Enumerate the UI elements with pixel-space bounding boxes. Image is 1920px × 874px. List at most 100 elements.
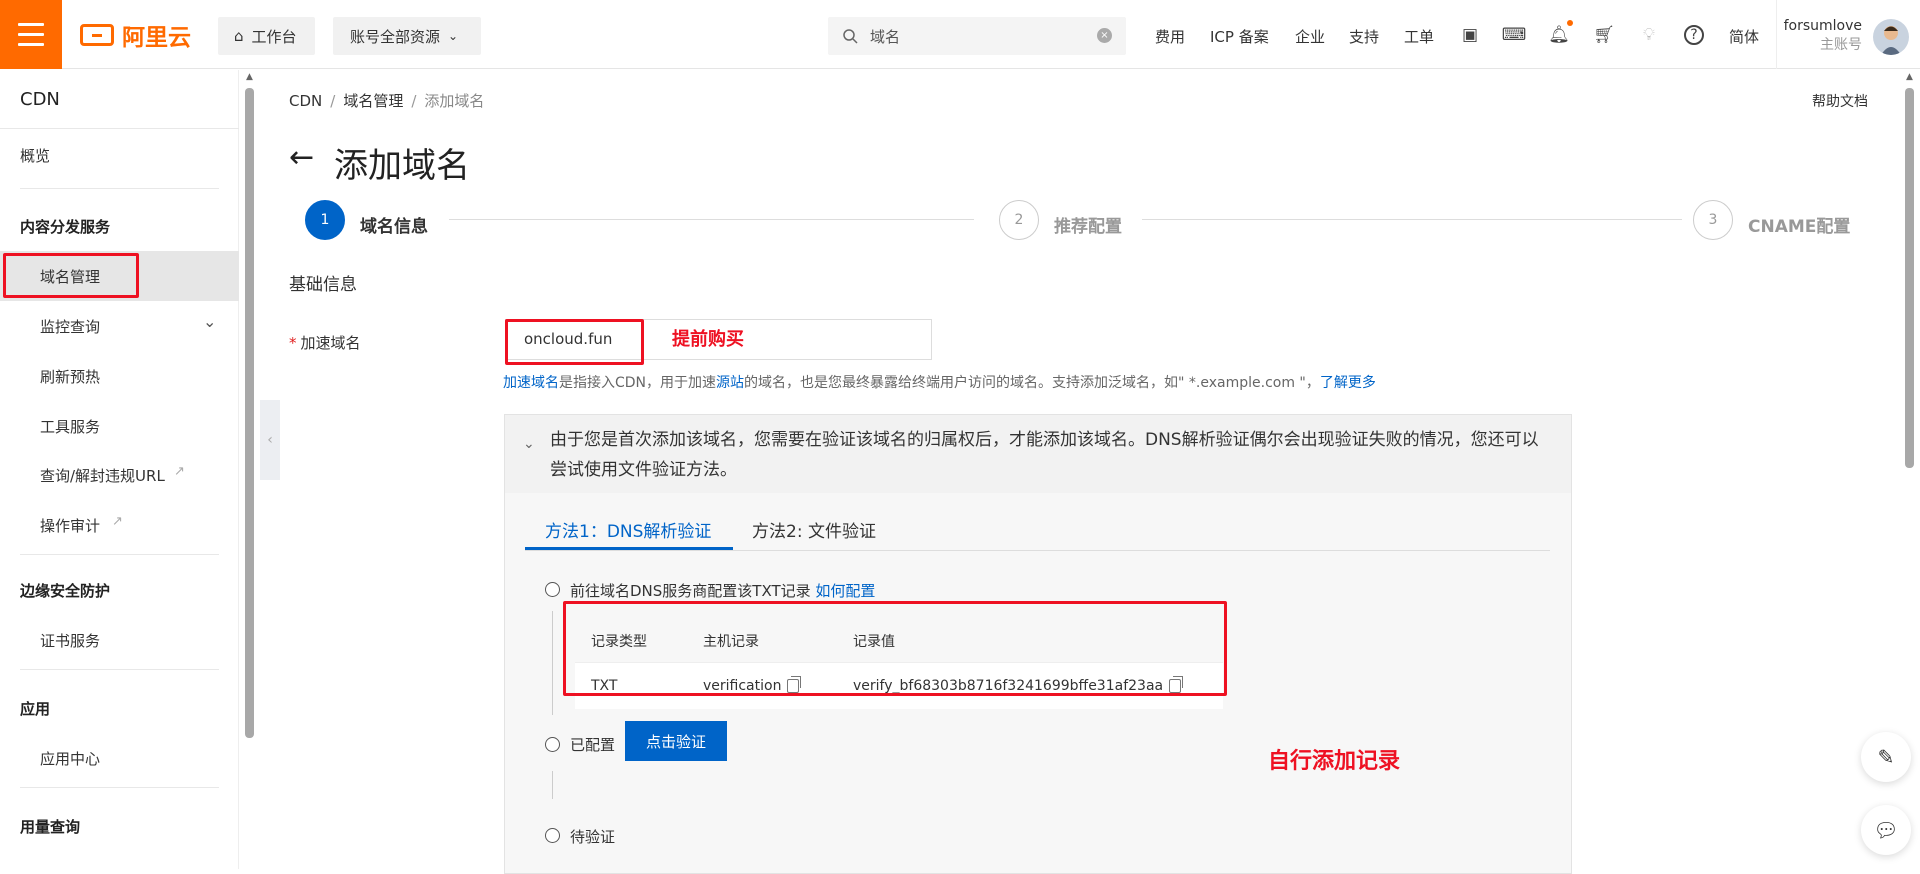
tab-file-verify[interactable]: 方法2: 文件验证 [752, 517, 876, 542]
step-2-circle: 2 [999, 200, 1039, 240]
step-connector [552, 611, 553, 715]
annotation-highlight-box [3, 253, 139, 298]
notice-line-2: 尝试使用文件验证方法。 [550, 460, 737, 480]
sidebar-group-content-delivery: 内容分发服务 [20, 218, 111, 236]
user-info[interactable]: forsumlove 主账号 [1784, 17, 1862, 55]
how-to-configure-link[interactable]: 如何配置 [815, 582, 875, 600]
verify-button[interactable]: 点击验证 [625, 721, 727, 761]
help-doc-link[interactable]: 帮助文档 [1812, 91, 1868, 111]
username: forsumlove [1783, 18, 1862, 34]
hint-link-origin[interactable]: 源站 [716, 375, 744, 391]
sidebar-item-label: 证书服务 [40, 632, 101, 650]
annotation-highlight-box [563, 601, 1227, 696]
verify-method-tabs: 方法1：DNS解析验证 方法2: 文件验证 [525, 507, 1550, 551]
avatar-image [1881, 26, 1901, 55]
annotation-add-record: 自行添加记录 [1268, 749, 1401, 774]
sidebar-item-label: 工具服务 [40, 418, 101, 436]
sidebar-item-label: 刷新预热 [40, 368, 101, 386]
terminal-icon[interactable]: ⌨ [1502, 25, 1527, 45]
language-switch[interactable]: 简体 [1729, 26, 1759, 47]
search-box[interactable]: 域名 × [828, 17, 1126, 55]
sidebar-scrollbar[interactable]: ▲ [244, 70, 256, 869]
chevron-down-icon: ⌄ [203, 312, 217, 331]
search-icon [843, 29, 858, 44]
step1-text: 前往域名DNS服务商配置该TXT记录 如何配置 [570, 580, 875, 601]
step-1-label: 域名信息 [360, 217, 428, 237]
notification-dot [1567, 20, 1573, 26]
step1-label: 前往域名DNS服务商配置该TXT记录 [570, 582, 811, 600]
step2-text: 已配置 [570, 736, 616, 754]
chevron-down-icon[interactable]: ⌄ [523, 429, 535, 459]
top-bar: 阿里云 ⌂ 工作台 账号全部资源 ⌄ 域名 × 费用 ICP 备案 企业 支持 … [0, 0, 1920, 69]
sidebar-item-label: 查询/解封违规URL [40, 467, 165, 485]
section-title: 基础信息 [289, 275, 357, 295]
back-arrow-icon[interactable]: ← [289, 140, 314, 175]
step2-radio[interactable] [545, 737, 560, 752]
help-icon[interactable]: ? [1684, 25, 1704, 45]
sidebar-item-label: 监控查询 [40, 318, 101, 336]
hamburger-menu-button[interactable] [0, 0, 62, 69]
verification-notice[interactable]: ⌄ 由于您是首次添加该域名，您需要在验证该域名的归属权后，才能添加该域名。DNS… [505, 415, 1571, 493]
sidebar-item-overview[interactable]: 概览 [20, 145, 259, 166]
hint-link-accel-domain[interactable]: 加速域名 [503, 375, 559, 391]
step-connector [1142, 219, 1682, 220]
main-scrollbar[interactable]: ▲ [1900, 70, 1920, 869]
main-content: CDN / 域名管理 / 添加域名 帮助文档 ← 添加域名 1 域名信息 2 推荐配置 … [289, 70, 1911, 874]
nav-ticket[interactable]: 工单 [1404, 26, 1434, 47]
avatar[interactable] [1873, 19, 1909, 55]
sidebar-title: CDN [20, 89, 60, 110]
page-title: 添加域名 [334, 146, 470, 186]
divider [20, 669, 219, 670]
divider [20, 188, 219, 189]
external-link-icon: ↗ [112, 514, 123, 529]
lightbulb-icon[interactable]: 💡︎ [1639, 25, 1659, 45]
domain-field-label: * 加速域名 [289, 332, 361, 353]
sidebar-collapse-button[interactable]: ‹ [260, 400, 280, 480]
domain-hint: 加速域名是指接入CDN，用于加速源站的域名，也是您最终暴露给终端用户访问的域名。… [503, 372, 1376, 392]
breadcrumb-current: 添加域名 [424, 92, 485, 110]
sidebar-group-usage: 用量查询 [20, 818, 81, 836]
step-2-label: 推荐配置 [1054, 217, 1122, 237]
clear-icon[interactable]: × [1097, 28, 1112, 43]
breadcrumb-cdn[interactable]: CDN [289, 92, 322, 110]
nav-fees[interactable]: 费用 [1155, 26, 1185, 47]
sidebar: CDN 概览 内容分发服务 域名管理 监控查询 ⌄ 刷新预热 工具服务 查询/解… [0, 70, 239, 869]
learn-more-link[interactable]: 了解更多 [1320, 375, 1376, 391]
required-mark: * [289, 334, 297, 352]
scrollbar-thumb[interactable] [245, 88, 254, 738]
domain-label-text: 加速域名 [300, 334, 361, 352]
divider [20, 554, 219, 555]
workbench-label: 工作台 [251, 27, 297, 46]
document-icon[interactable]: ▣ [1460, 25, 1480, 45]
scrollbar-thumb[interactable] [1905, 88, 1914, 468]
aliyun-logo-icon [80, 24, 114, 46]
scroll-up-icon[interactable]: ▲ [1906, 72, 1913, 82]
logo-text: 阿里云 [122, 25, 191, 51]
hint-text: 的域名，也是您最终暴露给终端用户访问的域名。支持添加泛域名，如" *.examp… [744, 375, 1320, 391]
search-input[interactable]: 域名 [870, 26, 900, 47]
aliyun-logo[interactable]: 阿里云 [80, 20, 191, 51]
step3-radio[interactable] [545, 828, 560, 843]
scroll-up-icon[interactable]: ▲ [246, 72, 253, 82]
bell-icon[interactable]: 🔔︎ [1548, 25, 1570, 45]
breadcrumb-domain-management[interactable]: 域名管理 [343, 92, 403, 110]
step1-radio[interactable] [545, 582, 560, 597]
divider [1776, 0, 1777, 69]
sidebar-group-apps: 应用 [20, 700, 51, 718]
nav-icp[interactable]: ICP 备案 [1210, 26, 1269, 47]
workbench-button[interactable]: ⌂ 工作台 [218, 17, 315, 55]
nav-support[interactable]: 支持 [1349, 26, 1379, 47]
tab-dns-verify[interactable]: 方法1：DNS解析验证 [545, 517, 711, 542]
sidebar-group-edge-security: 边缘安全防护 [20, 582, 111, 600]
step-connector [449, 219, 974, 220]
nav-enterprise[interactable]: 企业 [1295, 26, 1325, 47]
hint-text: 是指接入CDN，用于加速 [559, 375, 717, 391]
resource-label: 账号全部资源 [350, 27, 441, 46]
sidebar-item-label: 应用中心 [40, 750, 101, 768]
resource-selector[interactable]: 账号全部资源 ⌄ [333, 17, 481, 55]
step-3-label: CNAME配置 [1748, 217, 1851, 237]
step-connector [552, 771, 553, 799]
account-type: 主账号 [1820, 37, 1862, 53]
cart-icon[interactable]: 🛒︎ [1593, 25, 1615, 45]
divider [0, 128, 239, 129]
